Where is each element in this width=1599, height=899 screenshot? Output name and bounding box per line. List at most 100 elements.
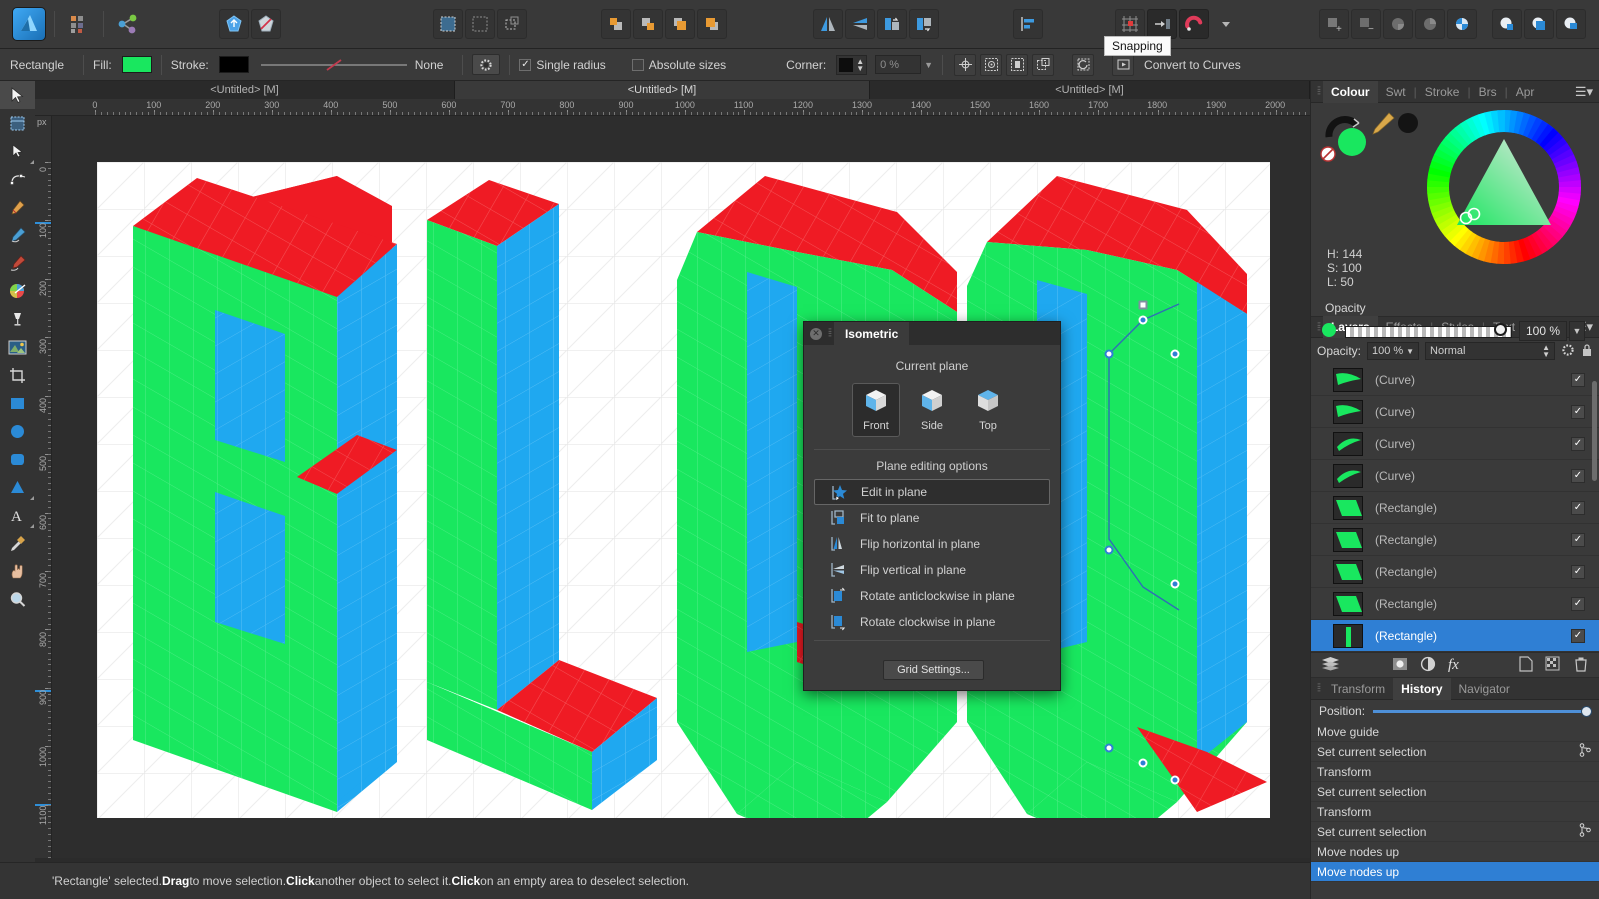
grid-settings-button[interactable]: Grid Settings... (883, 660, 984, 680)
panel-menu-icon[interactable]: ☰▾ (1575, 84, 1593, 100)
isometric-dialog[interactable]: ✕ ⦙⦙ Isometric Current plane FrontSideTo… (803, 321, 1061, 691)
layer-row[interactable]: (Curve)✓ (1311, 364, 1599, 396)
layer-visibility-checkbox[interactable]: ✓ (1571, 629, 1585, 643)
layer-opacity-select[interactable]: 100 %▼ (1367, 342, 1419, 360)
layer-row[interactable]: (Rectangle)✓ (1311, 492, 1599, 524)
flip-horizontal-icon[interactable] (813, 9, 843, 39)
crop-tool[interactable] (0, 361, 35, 389)
gear-icon[interactable] (472, 54, 500, 75)
move-forward-one-icon[interactable] (633, 9, 663, 39)
grid-icon[interactable] (1115, 9, 1145, 39)
layer-lock-icon[interactable] (1581, 343, 1593, 360)
stroke-swatch[interactable] (219, 56, 249, 73)
vertical-ruler[interactable]: px 0100200300400500600700800900100011001… (35, 116, 52, 858)
layer-row[interactable]: (Rectangle)✓ (1311, 556, 1599, 588)
vector-brush-tool[interactable] (0, 249, 35, 277)
add-node-icon[interactable] (219, 9, 249, 39)
history-row[interactable]: Transform (1311, 802, 1599, 822)
node-handle[interactable] (1171, 776, 1180, 785)
share-icon[interactable] (113, 9, 143, 39)
layer-row[interactable]: (Curve)✓ (1311, 428, 1599, 460)
tab-brs[interactable]: Brs (1471, 81, 1505, 103)
isometric-dialog-header[interactable]: ✕ ⦙⦙ Isometric (804, 322, 1060, 345)
deselect-icon[interactable] (465, 9, 495, 39)
pen-tool[interactable] (0, 193, 35, 221)
eyedropper-and-black-swatch[interactable] (1369, 111, 1423, 139)
node-handle[interactable] (1139, 759, 1148, 768)
duplicate-icon[interactable] (1032, 54, 1054, 76)
transform-objects-icon[interactable] (497, 9, 527, 39)
reset-icon[interactable] (1072, 54, 1094, 76)
option-rotate-clockwise-in-plane[interactable]: Rotate clockwise in plane (814, 609, 1050, 635)
history-list[interactable]: Move guideSet current selectionTransform… (1311, 722, 1599, 882)
boolean-intersect-icon[interactable] (1383, 9, 1413, 39)
layers-list[interactable]: (Curve)✓(Curve)✓(Curve)✓(Curve)✓(Rectang… (1311, 364, 1599, 652)
layer-visibility-checkbox[interactable]: ✓ (1571, 533, 1585, 547)
layer-visibility-checkbox[interactable]: ✓ (1571, 597, 1585, 611)
layer-visibility-checkbox[interactable]: ✓ (1571, 405, 1585, 419)
bottom-grip-icon[interactable]: ⦙⦙ (1317, 682, 1320, 695)
document-page[interactable] (97, 162, 1270, 818)
node-handle[interactable] (1105, 546, 1114, 555)
geometry-c-icon[interactable] (1556, 9, 1586, 39)
document-tab[interactable]: <Untitled> [M] (35, 81, 455, 99)
option-flip-horizontal-in-plane[interactable]: Flip horizontal in plane (814, 531, 1050, 557)
move-to-front-icon[interactable] (665, 9, 695, 39)
layers-stack-icon[interactable] (1321, 656, 1340, 674)
boolean-divide-icon[interactable] (1415, 9, 1445, 39)
plane-top[interactable]: Top (964, 383, 1012, 437)
fx-icon[interactable]: fx (1448, 657, 1459, 674)
layer-row[interactable]: (Curve)✓ (1311, 396, 1599, 428)
artboard-tool[interactable] (0, 109, 35, 137)
layer-visibility-checkbox[interactable]: ✓ (1571, 373, 1585, 387)
place-image-tool[interactable] (0, 333, 35, 361)
mirror-icon[interactable] (1006, 54, 1028, 76)
corner-type-select[interactable]: ▲▼ (836, 55, 867, 75)
rotate-cw-icon[interactable] (909, 9, 939, 39)
tab-apr[interactable]: Apr (1508, 81, 1543, 103)
move-to-back-icon[interactable] (697, 9, 727, 39)
flip-vertical-icon[interactable] (845, 9, 875, 39)
corner-percent-field[interactable]: 0 % (875, 55, 921, 74)
view-tool[interactable] (0, 557, 35, 585)
move-tool[interactable] (0, 81, 35, 109)
remove-node-icon[interactable] (251, 9, 281, 39)
select-all-icon[interactable] (433, 9, 463, 39)
plane-side[interactable]: Side (908, 383, 956, 437)
mask-icon[interactable] (1392, 656, 1408, 675)
document-tab[interactable]: <Untitled> [M] (870, 81, 1310, 99)
option-fit-to-plane[interactable]: Fit to plane (814, 505, 1050, 531)
adjustment-icon[interactable] (1420, 656, 1436, 675)
tab-stroke[interactable]: Stroke (1417, 81, 1468, 103)
option-flip-vertical-in-plane[interactable]: Flip vertical in plane (814, 557, 1050, 583)
layer-row[interactable]: (Rectangle)✓ (1311, 524, 1599, 556)
ellipse-tool[interactable] (0, 417, 35, 445)
snapping-dropdown-icon[interactable] (1211, 9, 1241, 39)
stroke-width-slider[interactable] (259, 57, 409, 73)
layers-grip-icon[interactable]: ⦙⦙ (1317, 321, 1320, 334)
layer-visibility-checkbox[interactable]: ✓ (1571, 501, 1585, 515)
new-pixel-layer-icon[interactable] (1545, 656, 1560, 674)
personas-icon[interactable] (64, 9, 94, 39)
rectangle-tool[interactable] (0, 389, 35, 417)
opacity-slider-knob[interactable] (1494, 323, 1507, 336)
horizontal-ruler[interactable]: 0100200300400500600700800900100011001200… (35, 99, 1310, 116)
opacity-slider[interactable] (1345, 326, 1512, 338)
layers-scrollbar[interactable] (1592, 381, 1597, 481)
tab-transform[interactable]: Transform (1323, 678, 1393, 700)
single-radius-checkbox[interactable]: ✓ (519, 59, 531, 71)
opacity-value-field[interactable]: 100 % (1519, 321, 1567, 341)
branch-icon[interactable] (1579, 823, 1591, 840)
tab-navigator[interactable]: Navigator (1451, 678, 1518, 700)
absolute-sizes-checkbox[interactable] (632, 59, 644, 71)
layer-visibility-checkbox[interactable]: ✓ (1571, 437, 1585, 451)
node-handle-square[interactable] (1139, 301, 1148, 310)
boolean-combine-icon[interactable] (1447, 9, 1477, 39)
layer-visibility-checkbox[interactable]: ✓ (1571, 565, 1585, 579)
geometry-b-icon[interactable] (1524, 9, 1554, 39)
delete-layer-icon[interactable] (1574, 656, 1588, 675)
snap-to-grid-icon[interactable] (1147, 9, 1177, 39)
transparency-tool[interactable] (0, 305, 35, 333)
plane-front[interactable]: Front (852, 383, 900, 437)
colour-picker-tool[interactable] (0, 529, 35, 557)
